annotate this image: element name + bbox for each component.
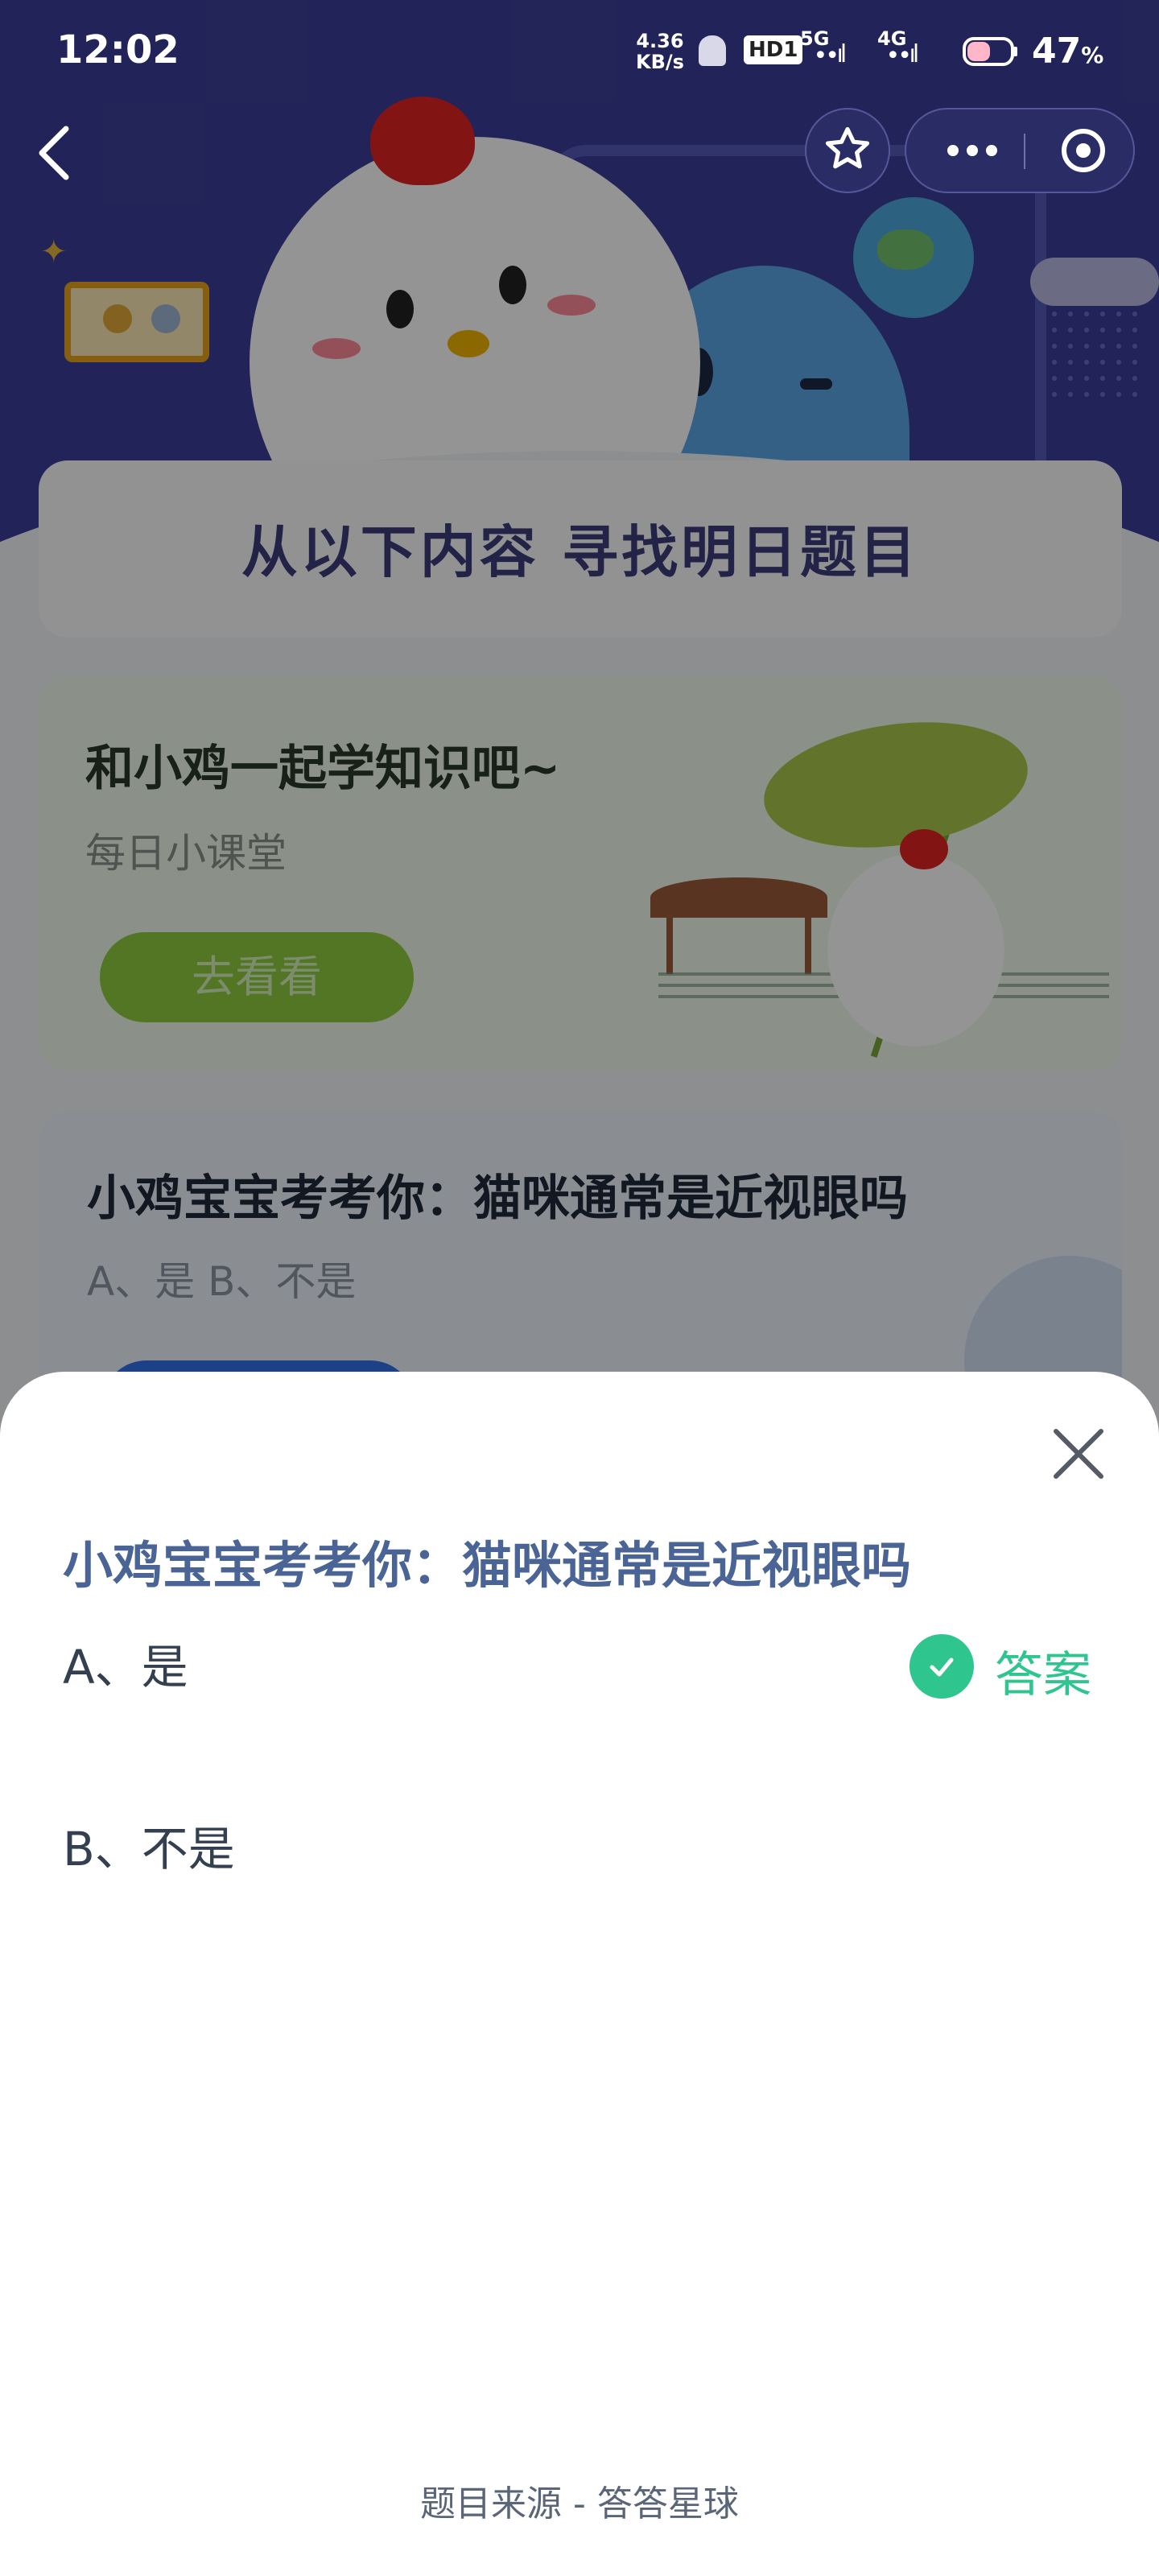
question-source: 题目来源 - 答答星球 bbox=[420, 2483, 739, 2524]
mini-program-capsule bbox=[905, 108, 1135, 193]
network-speed-unit: KB/s bbox=[636, 51, 684, 73]
option-b[interactable]: B、不是 bbox=[0, 1787, 1159, 1884]
battery-percent: 47% bbox=[1032, 31, 1103, 72]
close-icon[interactable] bbox=[1045, 1420, 1112, 1488]
target-icon[interactable] bbox=[1043, 109, 1124, 192]
answer-tag: 答案 bbox=[995, 1647, 1091, 1703]
status-time: 12:02 bbox=[56, 27, 179, 72]
battery-percent-value: 47 bbox=[1032, 31, 1082, 72]
status-bar: 12:02 4.36 KB/s HD1 5G ∙∙ıl 4G ∙∙ıl 47% bbox=[0, 0, 1159, 105]
signal-icon: ∙∙ıl bbox=[813, 40, 847, 68]
question-title: 小鸡宝宝考考你：猫咪通常是近视眼吗 bbox=[63, 1536, 912, 1595]
option-label: B、不是 bbox=[63, 1822, 235, 1876]
bell-icon bbox=[699, 35, 726, 66]
check-circle-icon bbox=[909, 1634, 974, 1699]
network-speed-value: 4.36 bbox=[636, 30, 684, 52]
star-icon bbox=[823, 124, 872, 177]
capsule-divider bbox=[1024, 134, 1025, 169]
favorite-button[interactable] bbox=[805, 108, 890, 193]
option-label: A、是 bbox=[63, 1640, 188, 1695]
chevron-left-icon[interactable] bbox=[29, 121, 80, 185]
battery-percent-unit: % bbox=[1081, 42, 1104, 68]
hd-badge: HD1 bbox=[744, 35, 803, 64]
signal-icon: ∙∙ıl bbox=[885, 40, 919, 68]
network-speed: 4.36 KB/s bbox=[636, 31, 684, 72]
more-dots-icon[interactable] bbox=[926, 109, 1019, 192]
battery-icon bbox=[963, 35, 1019, 68]
answer-bottom-sheet: 小鸡宝宝考考你：猫咪通常是近视眼吗 bbox=[0, 1372, 1159, 2576]
option-a[interactable]: A、是 答案 bbox=[0, 1605, 1159, 1703]
